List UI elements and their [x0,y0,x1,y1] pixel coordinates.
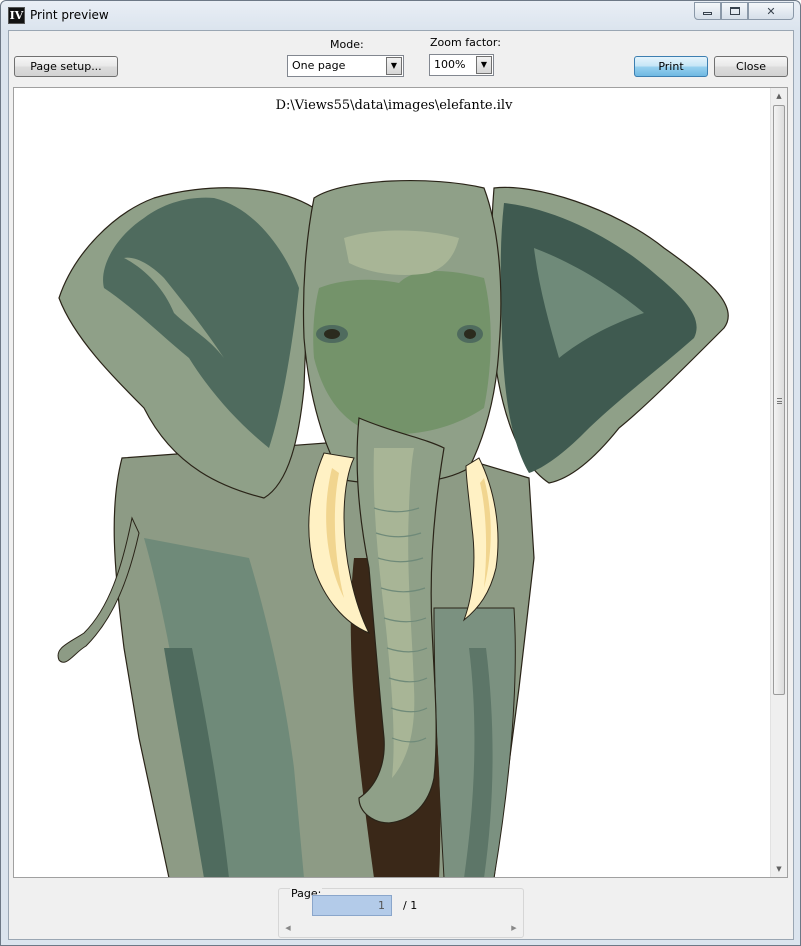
close-window-button[interactable]: ✕ [748,2,794,20]
close-icon: ✕ [766,4,776,18]
page-total: / 1 [403,899,418,912]
app-icon: IV [8,7,25,24]
minimize-icon [703,11,712,15]
close-label: Close [736,60,766,73]
grip-icon [777,398,782,404]
title-bar[interactable]: IV Print preview ✕ [1,1,800,30]
maximize-icon [729,7,740,15]
print-button[interactable]: Print [634,56,708,77]
chevron-down-icon[interactable]: ▼ [386,57,402,75]
page-setup-button[interactable]: Page setup... [14,56,118,77]
close-button[interactable]: Close [714,56,788,77]
print-label: Print [658,60,684,73]
page-navigator: Page: 1 / 1 ◀ ▶ [278,887,524,938]
zoom-factor-select[interactable]: 100% ▼ [429,54,494,76]
scroll-right-arrow-icon[interactable]: ▶ [507,921,521,935]
print-preview-area[interactable]: D:\Views55\data\images\elefante.ilv ▲ ▼ [13,87,788,878]
page-setup-label: Page setup... [30,60,102,73]
chevron-down-icon[interactable]: ▼ [476,56,492,74]
vertical-scrollbar[interactable]: ▲ ▼ [770,88,787,877]
mode-label: Mode: [330,38,364,51]
scroll-thumb[interactable] [773,105,785,695]
page-scrollbar[interactable]: ◀ ▶ [281,921,521,935]
client-area: Page setup... Mode: One page ▼ Zoom fact… [8,30,794,940]
maximize-button[interactable] [721,2,748,20]
minimize-button[interactable] [694,2,721,20]
page-number-input[interactable]: 1 [312,895,392,916]
window-controls: ✕ [694,2,794,21]
elephant-image [57,180,729,877]
zoom-value: 100% [434,58,466,71]
scroll-left-arrow-icon[interactable]: ◀ [281,921,295,935]
print-preview-window: IV Print preview ✕ Page setup... Mode: O… [0,0,801,946]
mode-select[interactable]: One page ▼ [287,55,404,77]
zoom-factor-label: Zoom factor: [430,36,501,49]
window-title: Print preview [30,8,109,22]
scroll-up-arrow-icon[interactable]: ▲ [771,88,787,104]
mode-value: One page [292,59,346,72]
scroll-down-arrow-icon[interactable]: ▼ [771,861,787,877]
